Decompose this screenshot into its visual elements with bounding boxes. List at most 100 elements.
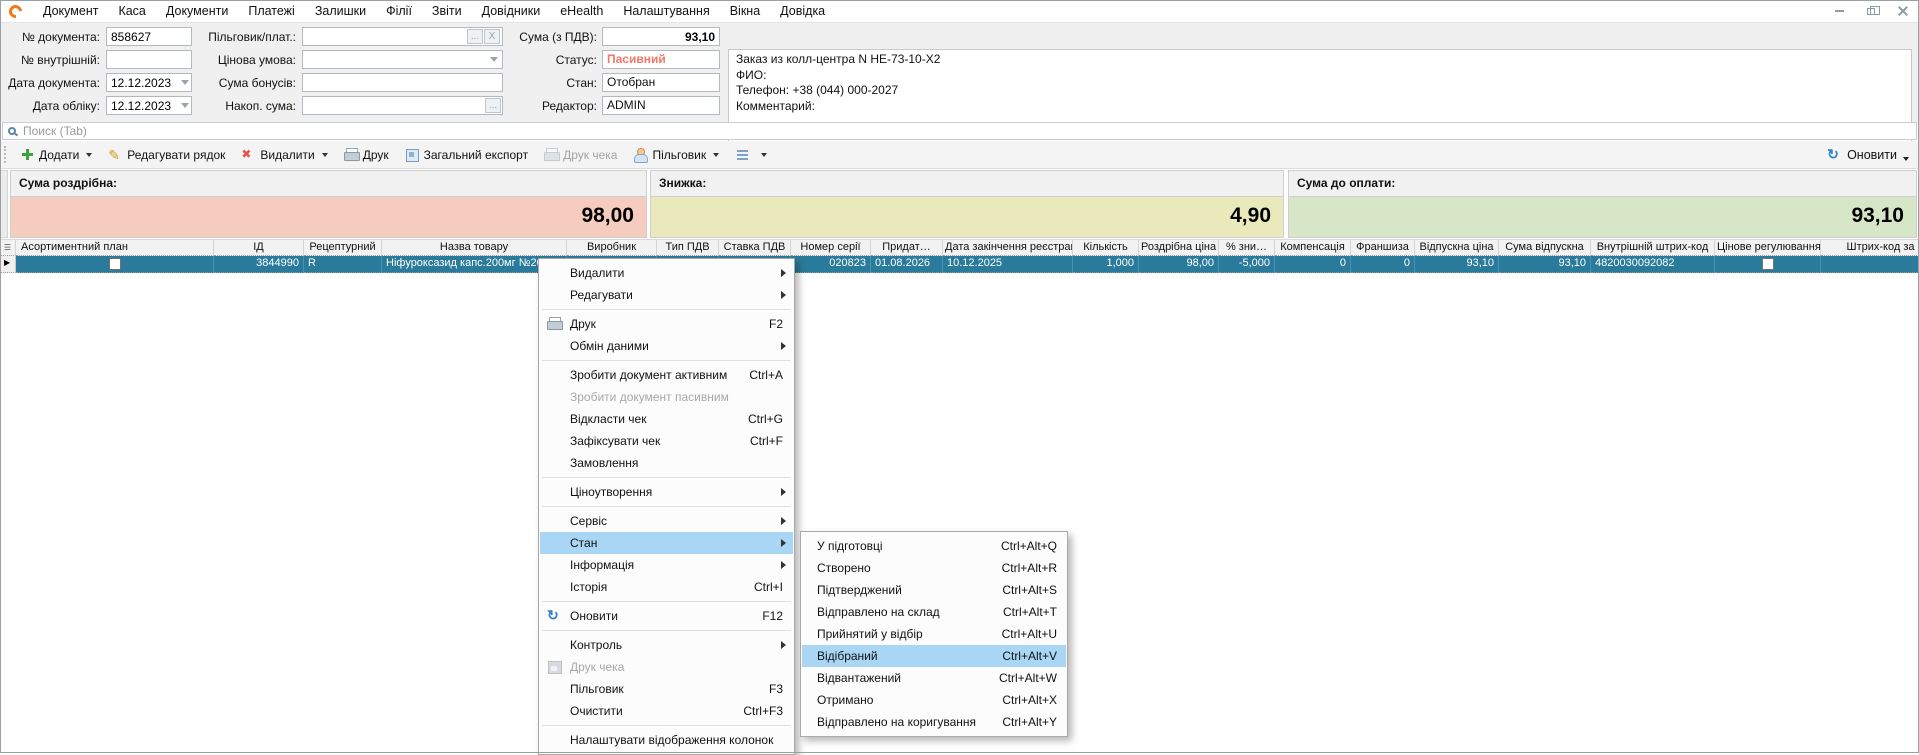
submenu-item[interactable]: Прийнятий у відбір Ctrl+Alt+U — [802, 623, 1066, 645]
table-cell: R — [304, 256, 382, 273]
price-condition-select[interactable] — [302, 50, 503, 69]
table-column-header[interactable]: Компенсація — [1275, 240, 1351, 256]
menubar-item[interactable]: Документи — [156, 0, 238, 22]
submenu-item[interactable]: Відправлено на склад Ctrl+Alt+T — [802, 601, 1066, 623]
table-row[interactable]: 3844990 R Ніфуроксазид капс.200мг №20 02… — [0, 256, 1919, 273]
table-column-header[interactable]: % зни… — [1219, 240, 1275, 256]
context-menu-item[interactable]: Зробити документ пасивним — [540, 386, 793, 408]
context-menu-item[interactable]: Зафіксувати чек Ctrl+F — [540, 430, 793, 452]
menubar-item[interactable]: Довідники — [472, 0, 551, 22]
menubar-item[interactable]: Налаштування — [613, 0, 719, 22]
context-menu-item[interactable]: Ціноутворення — [540, 481, 793, 503]
submenu-item[interactable]: Отримано Ctrl+Alt+X — [802, 689, 1066, 711]
submenu-item[interactable]: Підтверджений Ctrl+Alt+S — [802, 579, 1066, 601]
context-menu-item[interactable] — [542, 360, 791, 361]
context-menu-item[interactable] — [542, 506, 791, 507]
menubar-item[interactable]: Каса — [108, 0, 155, 22]
context-menu-item[interactable]: Інформація — [540, 554, 793, 576]
refresh-button[interactable]: Оновити — [1827, 148, 1909, 162]
toolbar-button[interactable]: Видалити — [233, 143, 335, 167]
toolbar-button[interactable]: Друк чека — [536, 143, 625, 167]
accum-sum-lookup-button[interactable]: ... — [485, 98, 501, 113]
row-checkbox[interactable] — [109, 258, 121, 270]
context-menu-item[interactable] — [542, 601, 791, 602]
menubar-item[interactable]: eHealth — [550, 0, 613, 22]
context-menu-item[interactable]: Зробити документ активним Ctrl+A — [540, 364, 793, 386]
beneficiary-clear-button[interactable]: X — [484, 29, 500, 44]
restore-button[interactable] — [1855, 0, 1887, 22]
menubar-item[interactable]: Платежі — [238, 0, 305, 22]
table-column-header[interactable]: Ставка ПДВ — [719, 240, 791, 256]
table-column-header[interactable]: Цінове регулювання — [1715, 240, 1821, 256]
close-button[interactable] — [1887, 0, 1919, 22]
menubar-item[interactable]: Звіти — [422, 0, 472, 22]
table-column-header[interactable]: Рецептурний — [304, 240, 382, 256]
menubar-item[interactable]: Залишки — [305, 0, 376, 22]
table-column-header[interactable]: ІД — [214, 240, 304, 256]
table-column-header[interactable]: Відпускна ціна — [1415, 240, 1499, 256]
context-menu-item[interactable] — [542, 630, 791, 631]
toolbar-button[interactable]: Додати — [12, 143, 100, 167]
submenu-item[interactable]: Створено Ctrl+Alt+R — [802, 557, 1066, 579]
row-checkbox[interactable] — [1762, 258, 1774, 270]
doc-date-input[interactable] — [106, 73, 192, 92]
submenu-item[interactable]: Відібраний Ctrl+Alt+V — [802, 645, 1066, 667]
table-column-header[interactable]: Сума відпускна — [1499, 240, 1591, 256]
context-menu-item[interactable] — [542, 725, 791, 726]
context-menu-item[interactable]: Друк чека — [540, 656, 793, 678]
menubar-item[interactable]: Філії — [376, 0, 422, 22]
doc-number-input[interactable] — [106, 27, 192, 46]
context-menu-item[interactable]: Налаштувати відображення колонок — [540, 729, 793, 751]
search-bar[interactable]: Поиск (Tab) — [2, 122, 1917, 140]
context-menu-item[interactable]: Пільговик F3 — [540, 678, 793, 700]
table-column-header[interactable]: Тип ПДВ — [657, 240, 719, 256]
context-menu-item[interactable]: Редагувати — [540, 284, 793, 306]
table-column-header[interactable]: Кількість — [1073, 240, 1139, 256]
table-column-header[interactable]: Придат… — [871, 240, 943, 256]
context-menu-item[interactable] — [542, 477, 791, 478]
table-column-header[interactable]: ☰ — [0, 240, 16, 256]
table-column-header[interactable]: Роздрібна ціна — [1139, 240, 1219, 256]
context-menu-item[interactable]: Обмін даними — [540, 335, 793, 357]
table-column-header[interactable]: Номер серії — [791, 240, 871, 256]
context-menu-item[interactable]: Відкласти чек Ctrl+G — [540, 408, 793, 430]
sum-vat-input[interactable] — [602, 27, 720, 46]
context-menu-item[interactable]: Історія Ctrl+I — [540, 576, 793, 598]
toolbar-button[interactable]: Пільговик — [625, 143, 727, 167]
table-column-header[interactable]: Дата закінчення реєстрації — [943, 240, 1073, 256]
context-menu-item[interactable]: Сервіс — [540, 510, 793, 532]
table-column-header[interactable]: Внутрішній штрих-код — [1591, 240, 1715, 256]
toolbar-button[interactable]: Редагувати рядок — [100, 143, 233, 167]
refresh-dropdown-caret-icon[interactable] — [1903, 157, 1909, 161]
left-collapsed-panel[interactable] — [0, 170, 8, 238]
table-column-header[interactable]: Виробник — [567, 240, 657, 256]
toolbar-button[interactable]: Загальний експорт — [397, 143, 536, 167]
minimize-button[interactable] — [1823, 0, 1855, 22]
toolbar-button[interactable]: Друк — [336, 143, 397, 167]
table-column-header[interactable]: Штрих-код за — [1821, 240, 1919, 256]
submenu-item[interactable]: Відправлено на коригування Ctrl+Alt+Y — [802, 711, 1066, 733]
table-column-header[interactable]: Асортиментний план — [16, 240, 214, 256]
context-menu-item[interactable]: Замовлення — [540, 452, 793, 474]
table-column-header[interactable]: Назва товару — [382, 240, 567, 256]
toolbar-button[interactable] — [727, 143, 775, 167]
table-column-header[interactable]: Франшиза — [1351, 240, 1415, 256]
menubar-item[interactable]: Довідка — [770, 0, 835, 22]
accum-sum-input[interactable] — [302, 96, 503, 115]
context-menu-item[interactable]: Видалити — [540, 262, 793, 284]
beneficiary-lookup-button[interactable]: ... — [467, 29, 483, 44]
context-menu-item[interactable]: Стан — [540, 532, 793, 554]
submenu-item[interactable]: Відвантажений Ctrl+Alt+W — [802, 667, 1066, 689]
menubar-item[interactable]: Документ — [33, 0, 108, 22]
context-menu-item[interactable]: Контроль — [540, 634, 793, 656]
menubar-item[interactable]: Вікна — [720, 0, 770, 22]
toolbar-button-label: Додати — [39, 148, 79, 162]
submenu-item[interactable]: У підготовці Ctrl+Alt+Q — [802, 535, 1066, 557]
context-menu-item[interactable]: Оновити F12 — [540, 605, 793, 627]
context-menu-item[interactable] — [542, 309, 791, 310]
context-menu-item[interactable]: Друк F2 — [540, 313, 793, 335]
bonus-sum-input[interactable] — [302, 73, 503, 92]
account-date-input[interactable] — [106, 96, 192, 115]
context-menu-item[interactable]: Очистити Ctrl+F3 — [540, 700, 793, 722]
internal-number-input[interactable] — [106, 50, 192, 69]
